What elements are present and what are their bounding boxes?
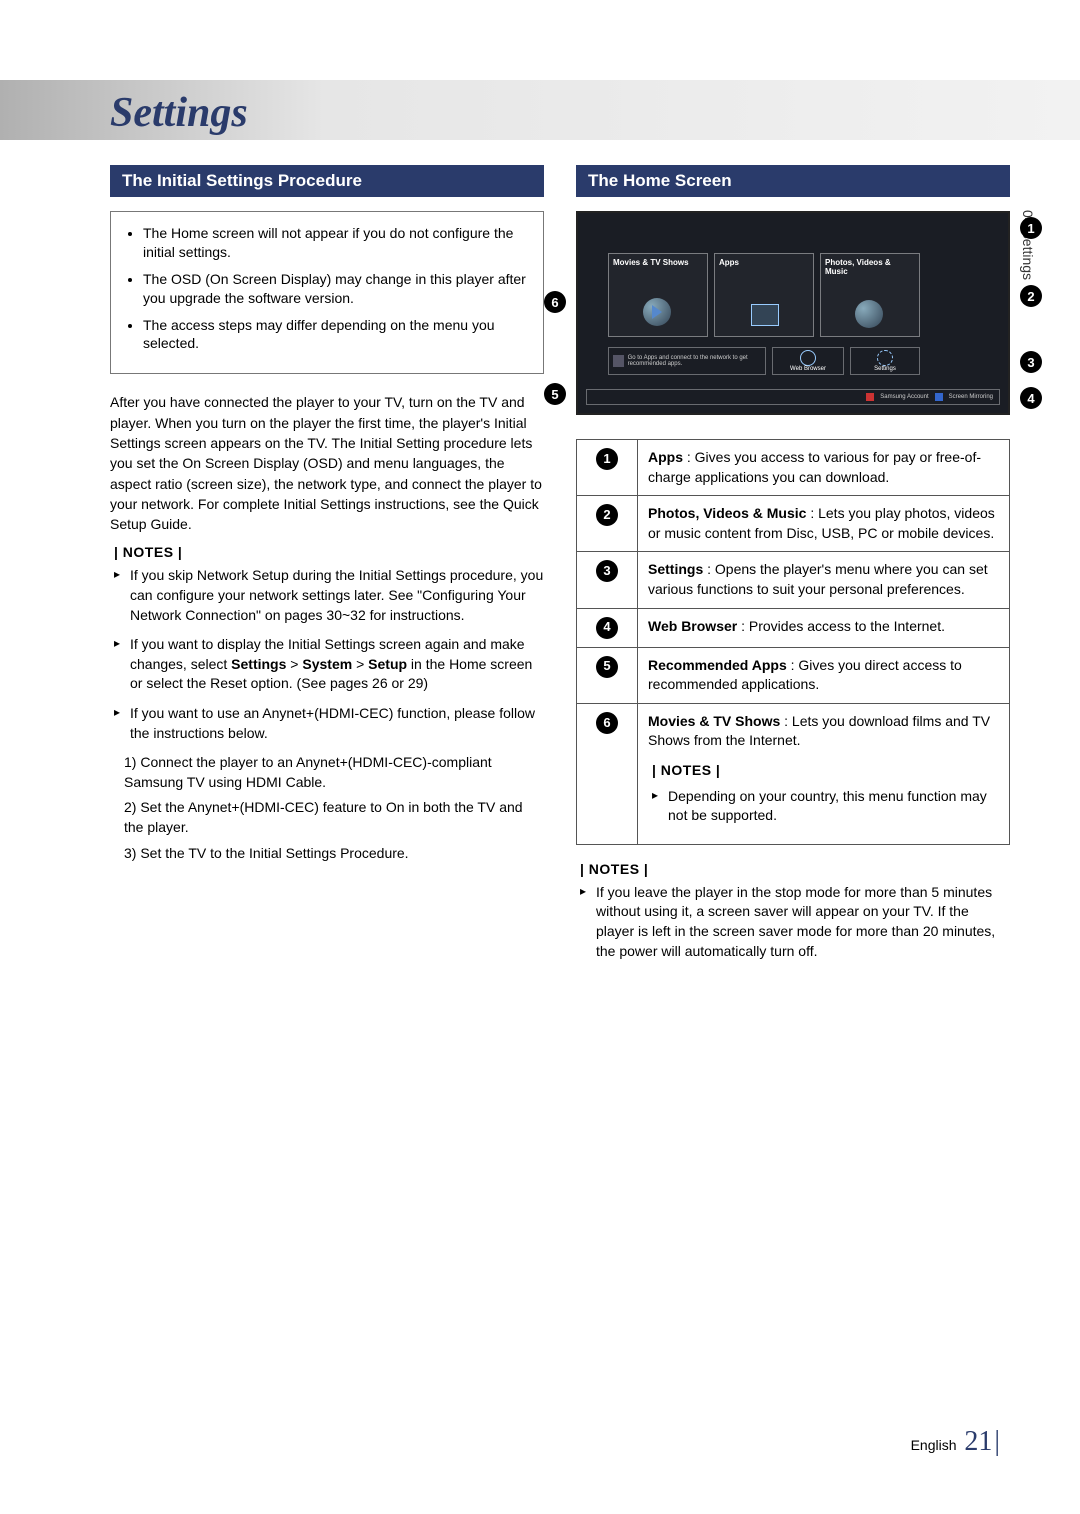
body-paragraph: After you have connected the player to y…: [110, 392, 544, 534]
sub-step: 3) Set the TV to the Initial Settings Pr…: [124, 844, 544, 864]
letter-icon: [613, 355, 624, 367]
globe-icon: [800, 350, 816, 366]
info-box: The Home screen will not appear if you d…: [110, 211, 544, 374]
callout-6: 6: [544, 291, 566, 313]
tile-settings: Settings: [850, 347, 920, 375]
callout-2: 2: [1020, 285, 1042, 307]
gear-icon: [877, 350, 893, 366]
bottom-note: If you leave the player in the stop mode…: [596, 883, 1010, 961]
legend-table: 1 Apps : Gives you access to various for…: [576, 439, 1010, 845]
blue-btn-icon: [935, 393, 943, 401]
page-title: Settings: [110, 85, 1010, 137]
legend-row: 5 Recommended Apps : Gives you direct ac…: [577, 647, 1010, 703]
legend-row: 3 Settings : Opens the player's menu whe…: [577, 552, 1010, 608]
box-bullet: The OSD (On Screen Display) may change i…: [143, 270, 529, 308]
note-item: If you want to use an Anynet+(HDMI-CEC) …: [130, 704, 544, 743]
box-bullet: The Home screen will not appear if you d…: [143, 224, 529, 262]
disc-icon: [855, 300, 883, 328]
legend-row: 6 Movies & TV Shows : Lets you download …: [577, 703, 1010, 844]
tile-web-browser: Web Browser: [772, 347, 844, 375]
note-item: If you want to display the Initial Setti…: [130, 635, 544, 694]
notes-header: | NOTES |: [114, 544, 544, 560]
callout-1: 1: [1020, 217, 1042, 239]
notes-header: | NOTES |: [580, 861, 1010, 877]
legend-row: 2 Photos, Videos & Music : Lets you play…: [577, 496, 1010, 552]
note-item: If you skip Network Setup during the Ini…: [130, 566, 544, 625]
section-home-screen: The Home Screen: [576, 165, 1010, 197]
legend-desc: Movies & TV Shows : Lets you download fi…: [638, 703, 1010, 844]
legend-desc: Recommended Apps : Gives you direct acce…: [638, 647, 1010, 703]
callout-3: 3: [1020, 351, 1042, 373]
legend-row: 1 Apps : Gives you access to various for…: [577, 440, 1010, 496]
legend-desc: Web Browser : Provides access to the Int…: [638, 608, 1010, 647]
home-screen-illustration: Movies & TV Shows Apps Photos, Videos & …: [576, 211, 1010, 415]
callout-4: 4: [1020, 387, 1042, 409]
red-btn-icon: [866, 393, 874, 401]
legend-num: 2: [596, 504, 618, 526]
legend-notes-header: | NOTES |: [652, 761, 999, 781]
tile-movies-tv: Movies & TV Shows: [608, 253, 708, 337]
page-footer: English 21|: [911, 1426, 1000, 1458]
left-column: The Initial Settings Procedure The Home …: [110, 165, 544, 971]
legend-num: 3: [596, 560, 618, 582]
sub-step: 2) Set the Anynet+(HDMI-CEC) feature to …: [124, 798, 544, 837]
legend-num: 1: [596, 448, 618, 470]
legend-num: 6: [596, 712, 618, 734]
legend-row: 4 Web Browser : Provides access to the I…: [577, 608, 1010, 647]
sub-step: 1) Connect the player to an Anynet+(HDMI…: [124, 753, 544, 792]
legend-note: Depending on your country, this menu fun…: [668, 787, 999, 826]
tile-apps: Apps: [714, 253, 814, 337]
right-column: The Home Screen Movies & TV Shows Apps P…: [576, 165, 1010, 971]
legend-num: 4: [596, 617, 618, 639]
apps-icon: [751, 304, 779, 326]
legend-desc: Apps : Gives you access to various for p…: [638, 440, 1010, 496]
footer-page-num: 21: [964, 1426, 992, 1457]
legend-desc: Settings : Opens the player's menu where…: [638, 552, 1010, 608]
box-bullet: The access steps may differ depending on…: [143, 316, 529, 354]
tile-photos-videos-music: Photos, Videos & Music: [820, 253, 920, 337]
tile-recommended-apps: Go to Apps and connect to the network to…: [608, 347, 766, 375]
legend-num: 5: [596, 656, 618, 678]
callout-5: 5: [544, 383, 566, 405]
home-bottom-bar: Samsung Account Screen Mirroring: [586, 389, 1000, 405]
legend-desc: Photos, Videos & Music : Lets you play p…: [638, 496, 1010, 552]
play-icon: [643, 298, 671, 326]
footer-lang: English: [911, 1437, 957, 1453]
section-initial-settings: The Initial Settings Procedure: [110, 165, 544, 197]
